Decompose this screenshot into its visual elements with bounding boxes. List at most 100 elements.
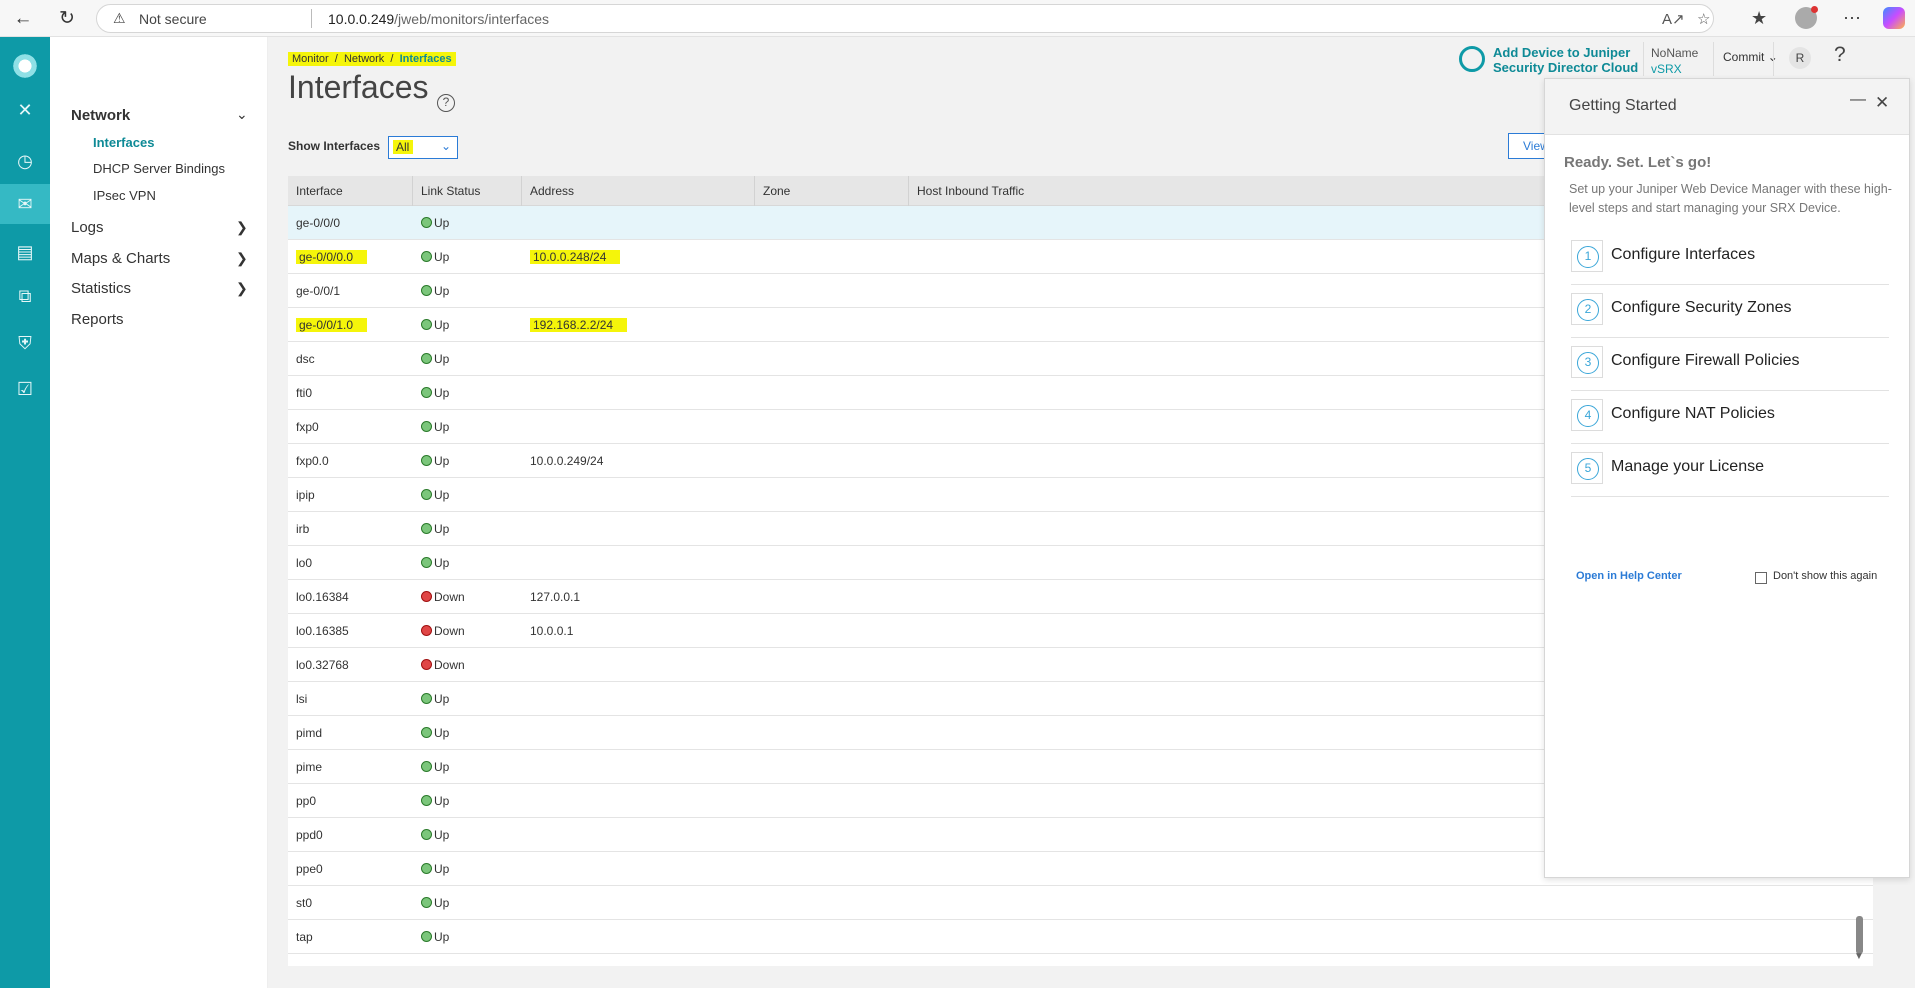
status-down-icon (421, 625, 432, 636)
network-icon[interactable]: ⧉ (0, 276, 50, 316)
cell-address: 192.168.2.2/24 (522, 308, 628, 342)
getting-started-step[interactable]: 5 Manage your License (1571, 432, 1889, 497)
table-row[interactable]: st0 Up (288, 886, 1873, 920)
status-up-icon (421, 285, 432, 296)
menu-statistics[interactable]: Statistics (71, 280, 131, 297)
col-interface[interactable]: Interface (288, 176, 413, 206)
menu-logs[interactable]: Logs (71, 219, 104, 236)
address-bar[interactable]: ⚠ Not secure 10.0.0.249/jweb/monitors/in… (96, 4, 1714, 33)
status-down-icon (421, 659, 432, 670)
close-icon[interactable]: ✕ (1875, 93, 1889, 113)
col-address[interactable]: Address (522, 176, 755, 206)
scroll-thumb[interactable] (1856, 916, 1863, 954)
cell-link-status: Up (413, 376, 449, 410)
menu-maps-charts[interactable]: Maps & Charts (71, 250, 170, 267)
profile-icon[interactable] (1795, 6, 1818, 29)
monitor-icon[interactable]: ✉ (0, 184, 50, 224)
close-icon[interactable]: ✕ (0, 90, 50, 130)
menu-network[interactable]: Network (71, 107, 130, 124)
cell-interface: pime (296, 760, 323, 774)
url-text[interactable]: 10.0.0.249/jweb/monitors/interfaces (328, 11, 549, 27)
cell-zone (755, 920, 763, 954)
cell-link-status: Up (413, 342, 449, 376)
menu-item-ipsec[interactable]: IPsec VPN (93, 188, 156, 203)
chevron-right-icon[interactable]: ❯ (236, 250, 248, 267)
security-icon[interactable]: ⛨ (0, 323, 50, 363)
cell-link-status: Up (413, 886, 449, 920)
getting-started-description: Set up your Juniper Web Device Manager w… (1569, 182, 1892, 215)
cell-link-status: Down (413, 614, 465, 648)
cell-address (522, 342, 530, 376)
avatar[interactable]: R (1789, 47, 1811, 69)
back-icon[interactable]: ← (12, 8, 34, 30)
col-zone[interactable]: Zone (755, 176, 909, 206)
cell-address: 10.0.0.249/24 (530, 454, 604, 468)
status-up-icon (421, 727, 432, 738)
add-device-link[interactable]: Add Device to Juniper Security Director … (1493, 45, 1638, 75)
cell-host-inbound (909, 784, 917, 818)
commit-button[interactable]: Commit ⌄ (1723, 50, 1778, 64)
cell-host-inbound (909, 682, 917, 716)
cell-host-inbound (909, 886, 917, 920)
chevron-right-icon[interactable]: ❯ (236, 219, 248, 236)
cell-host-inbound (909, 716, 917, 750)
status-up-icon (421, 761, 432, 772)
table-row[interactable]: tap Up (288, 920, 1873, 954)
cell-address (522, 750, 530, 784)
warning-icon: ⚠ (113, 10, 126, 26)
help-question-icon[interactable]: ? (1834, 43, 1846, 67)
show-select-value: All (393, 140, 414, 154)
cell-interface: lsi (296, 692, 308, 706)
cell-interface: ppd0 (296, 828, 323, 842)
more-menu-icon[interactable]: ⋯ (1843, 8, 1861, 29)
cell-host-inbound (909, 750, 917, 784)
cell-link-status: Up (413, 478, 449, 512)
step-label: Manage your License (1611, 458, 1764, 475)
cell-host-inbound (909, 206, 917, 240)
cell-zone (755, 376, 763, 410)
breadcrumb: Monitor / Network / Interfaces (288, 52, 456, 66)
dont-show-checkbox[interactable] (1755, 572, 1767, 584)
status-up-icon (421, 489, 432, 500)
cell-interface: ge-0/0/0 (296, 216, 341, 230)
page-title: Interfaces (288, 69, 429, 105)
cell-address (522, 206, 530, 240)
menu-reports[interactable]: Reports (71, 311, 124, 328)
reload-icon[interactable]: ↻ (56, 8, 78, 30)
cell-address (522, 274, 530, 308)
favorite-star-icon[interactable]: ☆ (1697, 10, 1710, 28)
breadcrumb-network[interactable]: Network (344, 53, 384, 65)
status-up-icon (421, 523, 432, 534)
col-link-status[interactable]: Link Status (413, 176, 522, 206)
cell-host-inbound (909, 444, 917, 478)
device-icon[interactable]: ▤ (0, 232, 50, 272)
minimize-icon[interactable]: — (1850, 91, 1866, 109)
cell-zone (755, 716, 763, 750)
status-up-icon (421, 557, 432, 568)
cell-zone (755, 342, 763, 376)
status-up-icon (421, 251, 432, 262)
cell-zone (755, 206, 763, 240)
cell-interface: tap (296, 930, 313, 944)
step-number-icon: 4 (1571, 399, 1603, 431)
show-interfaces-select[interactable]: All ⌄ (388, 136, 458, 159)
menu-item-dhcp[interactable]: DHCP Server Bindings (93, 161, 225, 176)
menu-item-interfaces[interactable]: Interfaces (93, 135, 154, 150)
chevron-down-icon[interactable]: ⌄ (236, 106, 248, 123)
getting-started-header: Getting Started — ✕ (1545, 79, 1909, 135)
cell-zone (755, 750, 763, 784)
step-number-icon: 1 (1571, 240, 1603, 272)
chevron-right-icon[interactable]: ❯ (236, 280, 248, 297)
open-help-center-link[interactable]: Open in Help Center (1576, 570, 1682, 582)
cell-interface: pp0 (296, 794, 317, 808)
favorites-icon[interactable]: ★ (1751, 8, 1767, 29)
scroll-down-icon[interactable]: ▼ (1854, 951, 1864, 962)
read-aloud-icon[interactable]: A↗ (1662, 10, 1685, 28)
cell-interface: pimd (296, 726, 323, 740)
lock-icon[interactable]: ☑ (0, 369, 50, 409)
breadcrumb-monitor[interactable]: Monitor (292, 53, 329, 65)
help-icon[interactable]: ? (437, 94, 455, 112)
cell-address: 10.0.0.248/24 (522, 240, 621, 274)
dashboard-icon[interactable]: ◷ (0, 141, 50, 181)
copilot-icon[interactable] (1883, 7, 1905, 29)
